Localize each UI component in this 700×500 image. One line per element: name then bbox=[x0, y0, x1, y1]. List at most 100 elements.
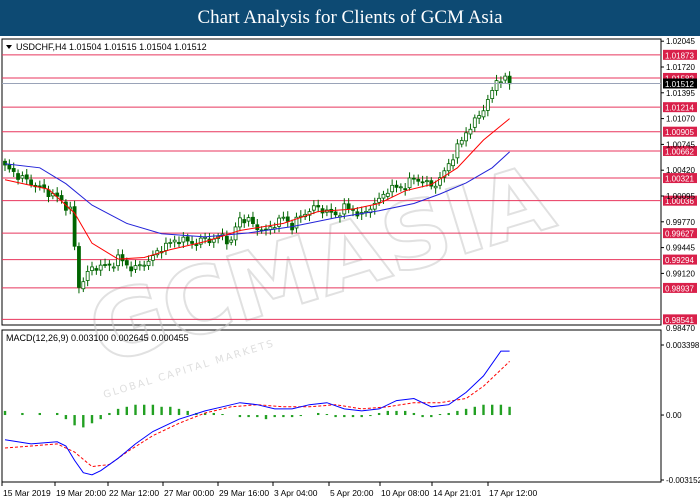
candle-body bbox=[507, 75, 512, 85]
histogram-bar bbox=[38, 412, 41, 416]
candle-body bbox=[333, 211, 338, 216]
histogram-bar bbox=[247, 415, 250, 418]
level-label: 0.99294 bbox=[665, 256, 694, 265]
candle-body bbox=[468, 128, 473, 135]
price-tick-label: 1.01070 bbox=[666, 115, 695, 124]
candle-body bbox=[377, 197, 382, 203]
price-tick-label: 1.00420 bbox=[666, 166, 695, 175]
candle-body bbox=[446, 163, 451, 172]
histogram-bar bbox=[116, 408, 120, 416]
candle-body bbox=[94, 268, 99, 271]
price-tick-label: 1.00745 bbox=[666, 140, 695, 149]
candle-body bbox=[29, 179, 34, 186]
candle-body bbox=[237, 217, 242, 228]
histogram-bar bbox=[386, 410, 389, 416]
histogram-bar bbox=[351, 415, 355, 418]
histogram-bar bbox=[438, 414, 442, 416]
candle-body bbox=[498, 81, 503, 84]
histogram-bar bbox=[421, 415, 424, 418]
histogram-bar bbox=[73, 415, 76, 426]
candle-body bbox=[124, 260, 129, 266]
candle-body bbox=[203, 236, 208, 239]
candle-body bbox=[194, 244, 199, 246]
candle-body bbox=[281, 216, 286, 219]
time-tick-label: 29 Mar 16:00 bbox=[219, 488, 269, 498]
macd-tick-label: -0.003152 bbox=[666, 476, 700, 485]
histogram-bar bbox=[499, 404, 503, 416]
histogram-bar bbox=[238, 415, 242, 418]
candle-body bbox=[485, 99, 490, 111]
candle-body bbox=[120, 254, 125, 262]
histogram-bar bbox=[412, 412, 416, 416]
candle-body bbox=[481, 110, 486, 118]
time-tick-label: 19 Mar 20:00 bbox=[56, 488, 106, 498]
candle-body bbox=[85, 271, 90, 281]
candle-body bbox=[133, 265, 138, 270]
histogram-bar bbox=[143, 404, 146, 416]
level-label: 1.00321 bbox=[665, 175, 694, 184]
price-chart[interactable]: GCMASIA GLOBAL CAPITAL MARKETS 1.018731.… bbox=[0, 36, 700, 500]
candle-body bbox=[251, 216, 255, 224]
level-label: 0.99627 bbox=[665, 230, 694, 239]
price-tick-label: 1.01395 bbox=[666, 89, 695, 98]
chart-banner-title: Chart Analysis for Clients of GCM Asia bbox=[0, 0, 700, 36]
histogram-bar bbox=[82, 415, 85, 428]
candle-body bbox=[246, 217, 251, 222]
histogram-bar bbox=[290, 415, 294, 418]
macd-tick-label: 0.003398 bbox=[666, 341, 700, 350]
candle-body bbox=[164, 242, 168, 251]
histogram-bar bbox=[221, 414, 224, 416]
candle-body bbox=[185, 236, 190, 242]
time-tick-label: 22 Mar 12:00 bbox=[109, 488, 159, 498]
time-tick-label: 17 Apr 12:00 bbox=[489, 488, 537, 498]
histogram-bar bbox=[317, 412, 320, 416]
candle-body bbox=[472, 117, 477, 128]
price-tick-label: 0.99120 bbox=[666, 269, 695, 278]
candle-body bbox=[459, 140, 464, 145]
candle-body bbox=[146, 260, 151, 267]
candle-body bbox=[394, 184, 399, 188]
candle-body bbox=[177, 241, 181, 245]
candle-body bbox=[503, 75, 508, 81]
histogram-bar bbox=[264, 415, 268, 420]
candle-body bbox=[168, 242, 173, 244]
candle-body bbox=[190, 241, 194, 244]
candle-body bbox=[311, 205, 316, 211]
candle-body bbox=[433, 185, 438, 189]
candle-body bbox=[103, 264, 107, 266]
candle-body bbox=[81, 281, 86, 290]
histogram-bar bbox=[482, 404, 485, 416]
candle-body bbox=[42, 184, 47, 189]
histogram-bar bbox=[3, 410, 7, 416]
candle-body bbox=[233, 226, 238, 241]
candle-body bbox=[420, 181, 425, 184]
candle-body bbox=[46, 189, 51, 197]
candle-body bbox=[3, 160, 7, 166]
candle-body bbox=[16, 173, 20, 180]
histogram-bar bbox=[404, 410, 407, 416]
histogram-bar bbox=[456, 410, 459, 416]
candle-body bbox=[277, 217, 281, 227]
histogram-bar bbox=[256, 415, 259, 418]
candle-body bbox=[150, 255, 155, 261]
candle-body bbox=[490, 90, 495, 99]
candle-body bbox=[411, 177, 416, 180]
candle-body bbox=[172, 239, 177, 243]
candle-body bbox=[242, 219, 247, 224]
chart-symbol-info: USDCHF,H4 1.01504 1.01515 1.01504 1.0151… bbox=[16, 42, 207, 52]
candle-body bbox=[59, 195, 64, 201]
histogram-bar bbox=[177, 408, 181, 416]
macd-info: MACD(12,26,9) 0.003100 0.002645 0.000455 bbox=[6, 333, 189, 343]
time-tick-label: 5 Apr 20:00 bbox=[330, 488, 374, 498]
histogram-bar bbox=[334, 415, 337, 418]
histogram-bar bbox=[377, 412, 381, 416]
histogram-bar bbox=[212, 412, 215, 416]
current-price-label: 1.01512 bbox=[665, 80, 694, 89]
price-tick-label: 1.01720 bbox=[666, 63, 695, 72]
candle-body bbox=[142, 264, 147, 267]
candle-body bbox=[129, 266, 134, 272]
level-label: 1.00905 bbox=[665, 128, 694, 137]
histogram-bar bbox=[447, 412, 450, 416]
candle-body bbox=[385, 192, 390, 197]
candle-body bbox=[451, 159, 455, 167]
